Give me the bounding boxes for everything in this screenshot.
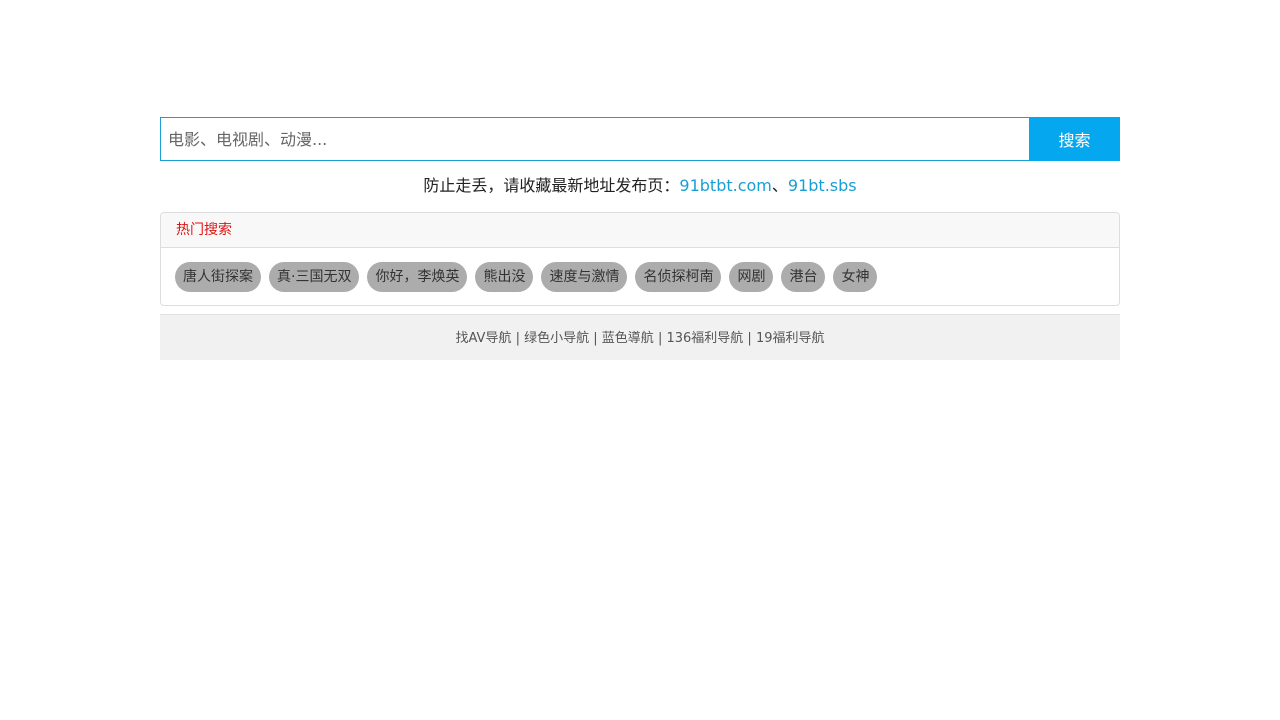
notice-text: 防止走丢，请收藏最新地址发布页： xyxy=(423,176,680,195)
notice-link-secondary[interactable]: 91bt.sbs xyxy=(788,176,857,195)
footer-link[interactable]: 136福利导航 xyxy=(666,331,743,346)
search-bar: 搜索 xyxy=(160,117,1120,161)
hot-tag[interactable]: 真·三国无双 xyxy=(269,262,360,292)
footer-separator: | xyxy=(589,331,602,346)
hot-tag[interactable]: 名侦探柯南 xyxy=(635,262,722,292)
search-input[interactable] xyxy=(160,117,1029,161)
footer-links: 找AV导航 | 绿色小导航 | 蓝色導航 | 136福利导航 | 19福利导航 xyxy=(160,314,1120,360)
notice-link-primary[interactable]: 91btbt.com xyxy=(679,176,771,195)
footer-link[interactable]: 绿色小导航 xyxy=(524,331,589,346)
main-container: 搜索 防止走丢，请收藏最新地址发布页：91btbt.com、91bt.sbs 热… xyxy=(160,117,1120,360)
hot-tag[interactable]: 熊出没 xyxy=(475,262,534,292)
hot-tag[interactable]: 女神 xyxy=(833,262,878,292)
hot-search-panel: 热门搜索 唐人街探案 真·三国无双 你好，李焕英 熊出没 速度与激情 名侦探柯南… xyxy=(160,212,1120,306)
search-button[interactable]: 搜索 xyxy=(1029,117,1120,161)
hot-tag[interactable]: 网剧 xyxy=(729,262,774,292)
footer-separator: | xyxy=(511,331,525,346)
hot-tag[interactable]: 港台 xyxy=(781,262,826,292)
hot-search-title: 热门搜索 xyxy=(161,213,1119,248)
footer-separator: | xyxy=(653,331,667,346)
footer-link[interactable]: 19福利导航 xyxy=(756,331,825,346)
notice-separator: 、 xyxy=(771,176,788,195)
footer-separator: | xyxy=(743,331,756,346)
hot-tag[interactable]: 你好，李焕英 xyxy=(367,262,468,292)
hot-tag[interactable]: 速度与激情 xyxy=(541,262,628,292)
hot-search-tags: 唐人街探案 真·三国无双 你好，李焕英 熊出没 速度与激情 名侦探柯南 网剧 港… xyxy=(161,248,1119,305)
footer-link[interactable]: 找AV导航 xyxy=(456,331,512,346)
address-notice: 防止走丢，请收藏最新地址发布页：91btbt.com、91bt.sbs xyxy=(160,176,1120,196)
hot-tag[interactable]: 唐人街探案 xyxy=(175,262,261,292)
footer-link[interactable]: 蓝色導航 xyxy=(602,331,654,346)
